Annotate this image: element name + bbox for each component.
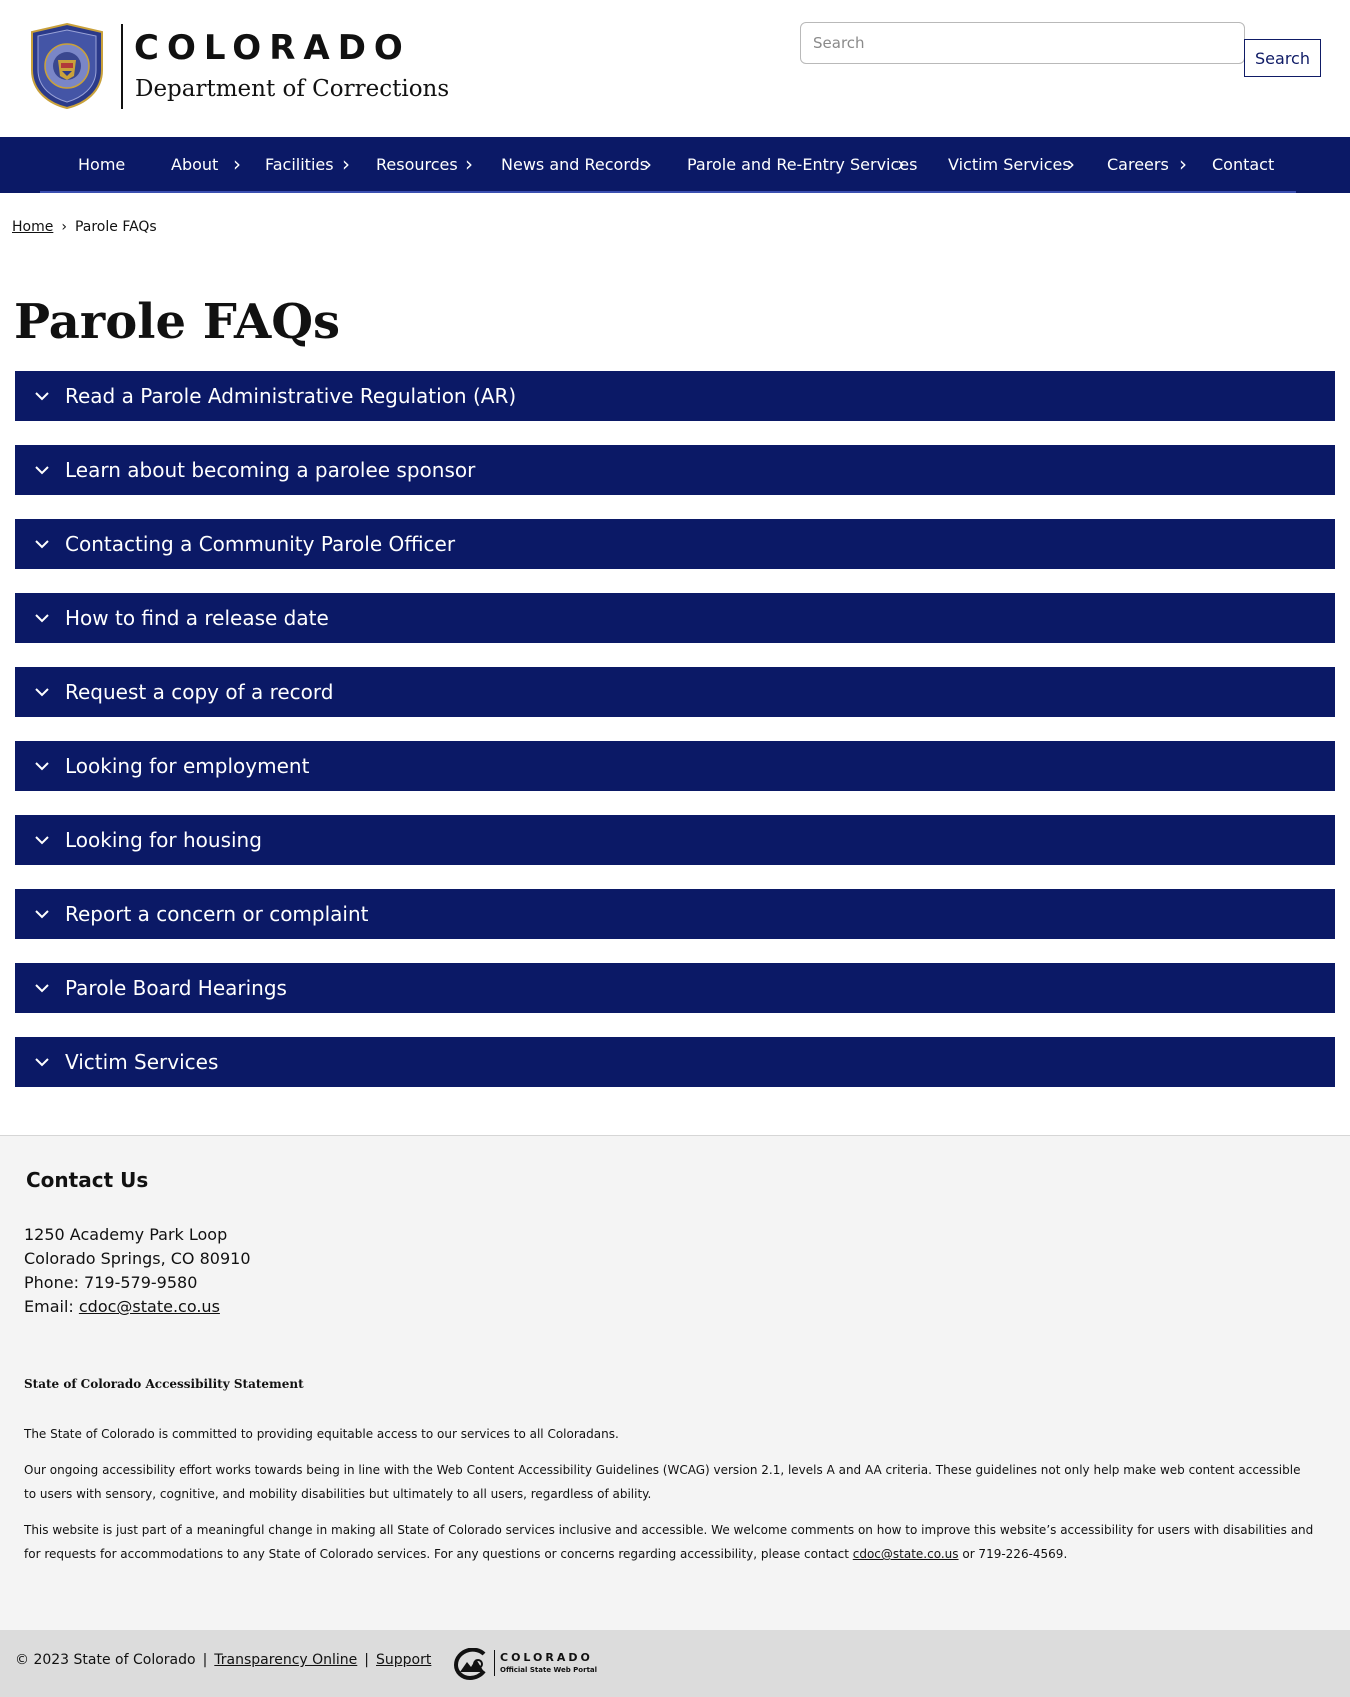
nav-parole-chevron-icon[interactable]: › [897, 137, 905, 193]
accordion-item-label: Report a concern or complaint [65, 902, 369, 926]
official-portal-logo[interactable]: COLORADO Official State Web Portal [454, 1648, 598, 1680]
email-link[interactable]: cdoc@state.co.us [79, 1297, 220, 1316]
chevron-down-icon [35, 688, 49, 697]
accessibility-paragraph-1: The State of Colorado is committed to pr… [24, 1427, 619, 1441]
accordion-item-label: Parole Board Hearings [65, 976, 287, 1000]
chevron-down-icon [35, 836, 49, 845]
accordion-item-victim-services[interactable]: Victim Services [15, 1037, 1335, 1087]
state-seal-icon [31, 22, 103, 110]
accordion-item-label: How to find a release date [65, 606, 329, 630]
accessibility-title: State of Colorado Accessibility Statemen… [24, 1377, 304, 1391]
accordion-item-label: Looking for housing [65, 828, 262, 852]
chevron-down-icon [35, 910, 49, 919]
copyright-row: © 2023 State of Colorado | Transparency On… [15, 1652, 431, 1668]
colorado-c-logo-icon [454, 1648, 486, 1680]
accessibility-p3-text: This website is just part of a meaningfu… [24, 1523, 1314, 1561]
nav-item-victim-services[interactable]: Victim Services [948, 137, 1071, 193]
accessibility-paragraph-2: Our ongoing accessibility effort works t… [24, 1463, 1301, 1501]
nav-victim-chevron-icon[interactable]: › [1067, 137, 1075, 193]
nav-item-home[interactable]: Home [78, 137, 125, 193]
accordion-item-parole-board[interactable]: Parole Board Hearings [15, 963, 1335, 1013]
nav-divider [40, 191, 1296, 193]
accordion-item-label: Victim Services [65, 1050, 219, 1074]
nav-item-resources[interactable]: Resources [376, 137, 458, 193]
site-header: COLORADO Department of Corrections Searc… [0, 0, 1350, 137]
search-button[interactable]: Search [1244, 39, 1321, 77]
email-label: Email: [24, 1297, 79, 1316]
brand-department-name[interactable]: Department of Corrections [135, 74, 449, 104]
copyright-text: © 2023 State of Colorado [15, 1652, 196, 1668]
nav-item-contact[interactable]: Contact [1212, 137, 1274, 193]
phone-number: Phone: 719-579-9580 [24, 1273, 198, 1292]
chevron-down-icon [35, 392, 49, 401]
page-title: Parole FAQs [14, 294, 341, 350]
portal-state-text: COLORADO [500, 1651, 593, 1664]
email-row: Email: cdoc@state.co.us [24, 1295, 251, 1319]
accordion-item-release-date[interactable]: How to find a release date [15, 593, 1335, 643]
footer-contact: Contact Us 1250 Academy Park Loop Colora… [0, 1135, 1350, 1630]
chevron-down-icon [35, 614, 49, 623]
accessibility-email-link[interactable]: cdoc@state.co.us [853, 1547, 959, 1561]
accordion-item-complaint[interactable]: Report a concern or complaint [15, 889, 1335, 939]
accordion-item-label: Looking for employment [65, 754, 310, 778]
accordion-item-parole-ar[interactable]: Read a Parole Administrative Regulation … [15, 371, 1335, 421]
breadcrumb-current: Parole FAQs [74, 219, 157, 235]
nav-careers-chevron-icon[interactable]: › [1179, 137, 1187, 193]
chevron-down-icon [35, 984, 49, 993]
footer-separator: | [364, 1652, 370, 1668]
nav-news-chevron-icon[interactable]: › [644, 137, 652, 193]
nav-about-chevron-icon[interactable]: › [233, 137, 241, 193]
chevron-down-icon [35, 540, 49, 549]
accessibility-p3-phone: or 719-226-4569. [958, 1547, 1068, 1561]
accordion-item-label: Request a copy of a record [65, 680, 334, 704]
chevron-down-icon [35, 762, 49, 771]
address-line-2: Colorado Springs, CO 80910 [24, 1249, 251, 1268]
accordion-item-employment[interactable]: Looking for employment [15, 741, 1335, 791]
accordion-item-record-copy[interactable]: Request a copy of a record [15, 667, 1335, 717]
nav-facilities-chevron-icon[interactable]: › [342, 137, 350, 193]
nav-item-parole-reentry[interactable]: Parole and Re-Entry Services [687, 137, 917, 193]
breadcrumb-separator-icon: › [61, 219, 67, 235]
brand-divider [121, 24, 123, 109]
address-line-1: 1250 Academy Park Loop [24, 1225, 228, 1244]
nav-item-news-and-records[interactable]: News and Records [501, 137, 648, 193]
accordion-item-parolee-sponsor[interactable]: Learn about becoming a parolee sponsor [15, 445, 1335, 495]
transparency-online-link[interactable]: Transparency Online [214, 1652, 357, 1668]
search-input[interactable] [800, 22, 1245, 64]
chevron-down-icon [35, 466, 49, 475]
footer-separator: | [202, 1652, 208, 1668]
chevron-down-icon [35, 1058, 49, 1067]
footer-bottom-bar: © 2023 State of Colorado | Transparency On… [0, 1630, 1350, 1697]
accordion-item-label: Learn about becoming a parolee sponsor [65, 458, 476, 482]
main-nav: Home About › Facilities › Resources › Ne… [0, 137, 1350, 193]
nav-resources-chevron-icon[interactable]: › [465, 137, 473, 193]
brand-state-name[interactable]: COLORADO [134, 28, 411, 68]
contact-details: 1250 Academy Park Loop Colorado Springs,… [24, 1223, 251, 1319]
support-link[interactable]: Support [376, 1652, 431, 1668]
nav-item-facilities[interactable]: Facilities [265, 137, 334, 193]
portal-subtitle: Official State Web Portal [500, 1666, 598, 1674]
accordion-item-label: Contacting a Community Parole Officer [65, 532, 456, 556]
accordion-item-label: Read a Parole Administrative Regulation … [65, 384, 517, 408]
portal-logo-divider [494, 1650, 495, 1676]
accessibility-paragraph-3: This website is just part of a meaningfu… [24, 1518, 1314, 1566]
breadcrumb-home-link[interactable]: Home [12, 219, 53, 235]
nav-item-about[interactable]: About [171, 137, 218, 193]
accordion-item-parole-officer[interactable]: Contacting a Community Parole Officer [15, 519, 1335, 569]
breadcrumb: Home › Parole FAQs [12, 219, 157, 235]
nav-item-careers[interactable]: Careers [1107, 137, 1169, 193]
faq-accordion: Read a Parole Administrative Regulation … [15, 371, 1335, 1111]
accordion-item-housing[interactable]: Looking for housing [15, 815, 1335, 865]
contact-heading: Contact Us [26, 1168, 149, 1192]
